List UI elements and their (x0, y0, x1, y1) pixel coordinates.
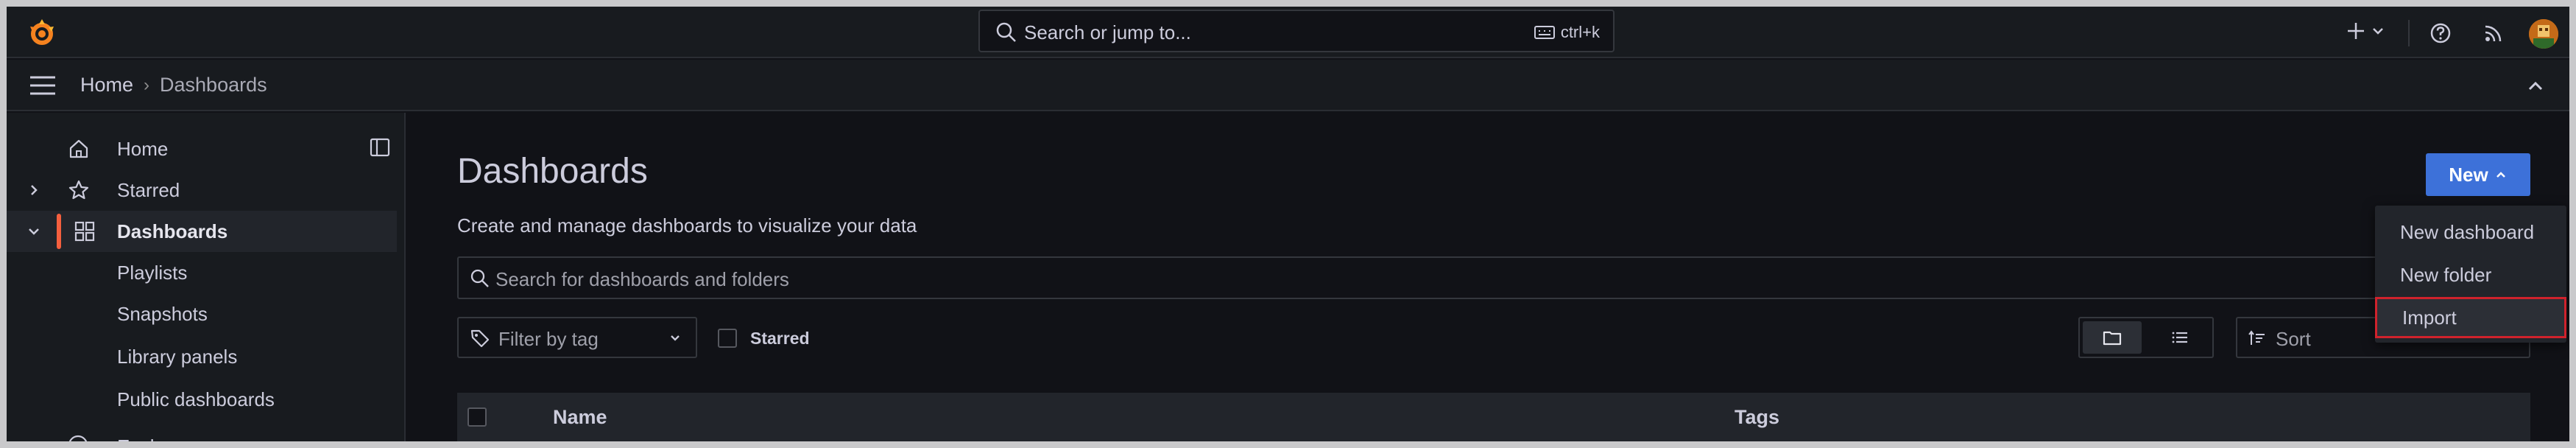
sidebar-item-library-panels[interactable]: Library panels (7, 336, 397, 377)
sidebar-item-starred[interactable]: Starred (7, 169, 397, 211)
tag-filter-select[interactable]: Filter by tag (457, 317, 697, 358)
sort-label: Sort (2276, 328, 2311, 350)
view-toggle (2078, 317, 2214, 358)
chevron-up-icon[interactable] (2525, 76, 2546, 97)
list-icon (2172, 332, 2187, 343)
grid-icon (74, 221, 95, 242)
sidebar-item-public-dashboards[interactable]: Public dashboards (7, 379, 397, 420)
new-button-label: New (2449, 163, 2488, 186)
shortcut-text: ctrl+k (1560, 23, 1600, 41)
new-dropdown-menu: New dashboard New folder Import (2375, 206, 2566, 343)
app-window: Search or jump to... ctrl+k Home › Dashb… (7, 7, 2569, 441)
breadcrumb-current: Dashboards (160, 74, 267, 96)
grafana-logo-icon[interactable] (26, 16, 58, 49)
breadcrumb-home-link[interactable]: Home (80, 74, 133, 97)
sidebar-item-snapshots[interactable]: Snapshots (7, 293, 397, 335)
starred-checkbox[interactable] (718, 329, 737, 348)
add-new-button[interactable] (2345, 20, 2385, 42)
sidebar-item-label: Playlists (117, 261, 188, 284)
tag-filter-label: Filter by tag (498, 328, 599, 350)
sidebar-item-label: Snapshots (117, 302, 208, 325)
menu-item-new-folder[interactable]: New folder (2375, 254, 2566, 295)
main-content: Dashboards Create and manage dashboards … (407, 113, 2569, 441)
news-feed-icon[interactable] (2482, 21, 2505, 45)
sort-icon (2248, 330, 2265, 345)
sidebar-nav: Home Starred Dashboards Playlists Snapsh… (7, 113, 406, 441)
sidebar-item-home[interactable]: Home (7, 128, 397, 169)
global-search-input[interactable]: Search or jump to... ctrl+k (978, 10, 1615, 52)
page-subtitle: Create and manage dashboards to visualiz… (457, 214, 917, 237)
column-header-name[interactable]: Name (553, 406, 607, 429)
global-search-placeholder: Search or jump to... (1024, 21, 1191, 43)
sidebar-item-label: Starred (117, 178, 180, 201)
chevron-up-icon (2496, 172, 2505, 178)
chevron-down-icon (2373, 28, 2383, 35)
active-indicator (57, 214, 61, 249)
keyboard-icon (1534, 26, 1555, 39)
breadcrumb: Home › Dashboards (80, 74, 267, 97)
top-bar: Search or jump to... ctrl+k (7, 7, 2569, 58)
new-button[interactable]: New (2426, 153, 2530, 196)
home-icon (69, 139, 88, 158)
search-icon (996, 22, 1016, 42)
dashboard-search-input[interactable]: Search for dashboards and folders (457, 256, 2530, 299)
sidebar-item-playlists[interactable]: Playlists (7, 252, 397, 293)
keyboard-shortcut-hint: ctrl+k (1534, 23, 1600, 42)
toolbar-divider (2408, 20, 2410, 46)
dashboard-search-placeholder: Search for dashboards and folders (495, 268, 789, 290)
search-icon (470, 269, 489, 287)
breadcrumb-bar: Home › Dashboards (7, 60, 2569, 111)
compass-icon (68, 435, 88, 441)
menu-item-new-dashboard[interactable]: New dashboard (2375, 211, 2566, 253)
help-icon[interactable] (2429, 21, 2452, 45)
column-header-tags: Tags (1735, 406, 1780, 428)
sidebar-item-explore-label[interactable]: Explore (117, 435, 182, 441)
tag-icon (470, 329, 490, 348)
starred-checkbox-label[interactable]: Starred (750, 329, 810, 349)
chevron-right-icon[interactable] (26, 182, 42, 198)
chevron-down-icon (671, 335, 680, 341)
chevron-down-icon[interactable] (26, 223, 42, 239)
folder-icon (2103, 331, 2122, 346)
sidebar-item-label: Public dashboards (117, 388, 275, 410)
sidebar-item-label: Dashboards (117, 220, 228, 242)
plus-icon (2348, 23, 2364, 39)
user-avatar[interactable] (2529, 19, 2558, 49)
breadcrumb-separator: › (144, 74, 150, 95)
hamburger-menu-icon[interactable] (29, 74, 57, 97)
sidebar-item-label: Library panels (117, 345, 238, 368)
select-all-checkbox[interactable] (467, 407, 487, 427)
folder-view-button[interactable] (2083, 321, 2142, 354)
list-view-button[interactable] (2150, 321, 2209, 354)
table-header: Name Tags (457, 393, 2530, 441)
menu-item-import[interactable]: Import (2375, 297, 2566, 338)
star-icon (68, 180, 89, 200)
page-title: Dashboards (457, 152, 648, 191)
sidebar-item-label: Home (117, 137, 169, 160)
avatar-image-icon (2529, 19, 2558, 49)
sidebar-item-dashboards[interactable]: Dashboards (7, 211, 397, 252)
